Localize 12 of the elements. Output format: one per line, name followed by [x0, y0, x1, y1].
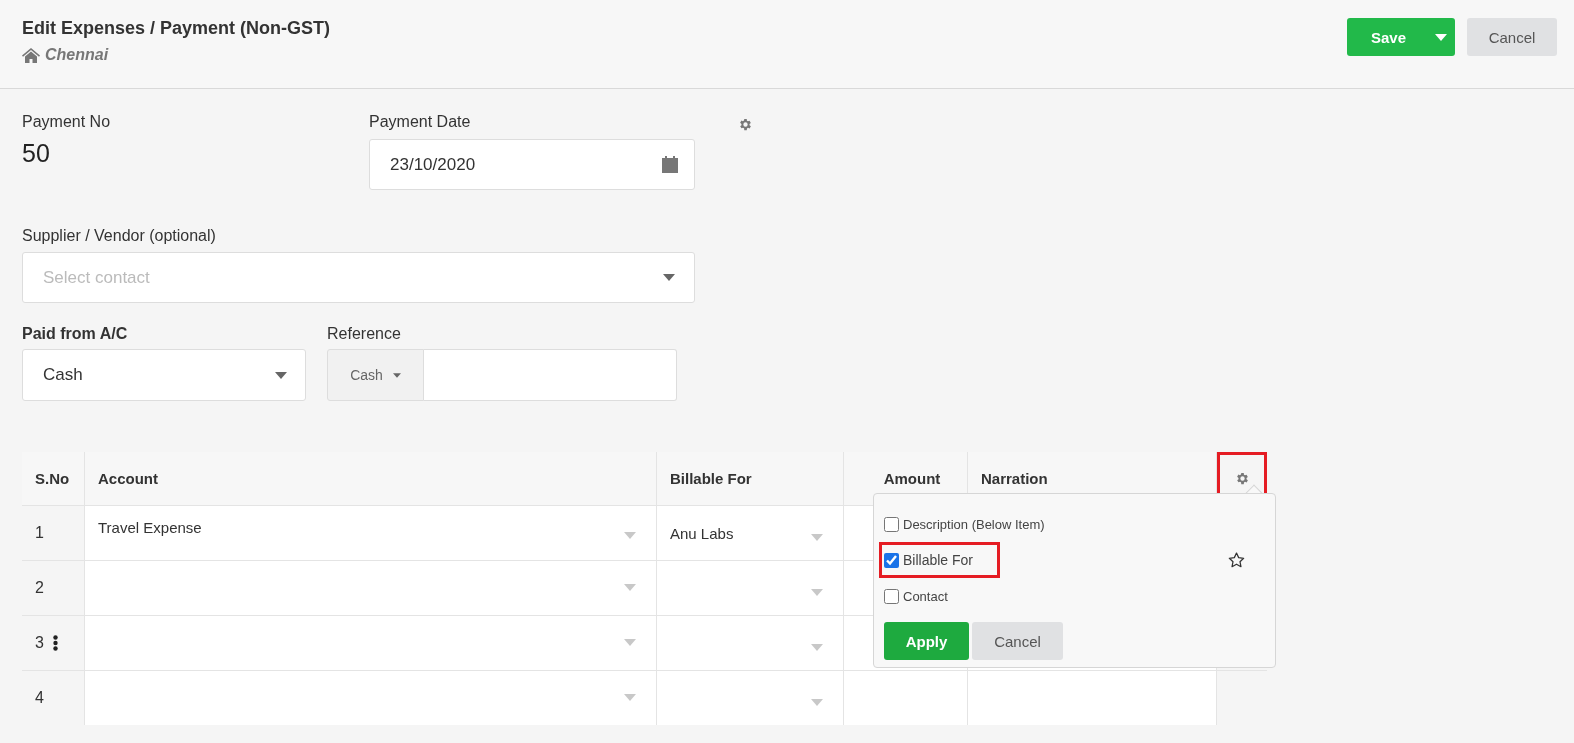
field-label: Supplier / Vendor (optional)	[22, 227, 217, 245]
row-number: 2	[35, 579, 44, 597]
field-label: Reference	[327, 325, 402, 343]
row-number: 1	[35, 524, 44, 542]
branch-name: Chennai	[45, 46, 109, 64]
page-title: Edit Expenses / Payment (Non-GST)	[22, 18, 331, 39]
payment-number: 50	[22, 139, 51, 168]
field-label: Payment No	[22, 113, 112, 131]
field-label: Payment Date	[369, 113, 472, 131]
row-number: 4	[35, 689, 44, 707]
field-label: Paid from A/C	[22, 325, 129, 343]
row-number: 3	[35, 634, 44, 652]
